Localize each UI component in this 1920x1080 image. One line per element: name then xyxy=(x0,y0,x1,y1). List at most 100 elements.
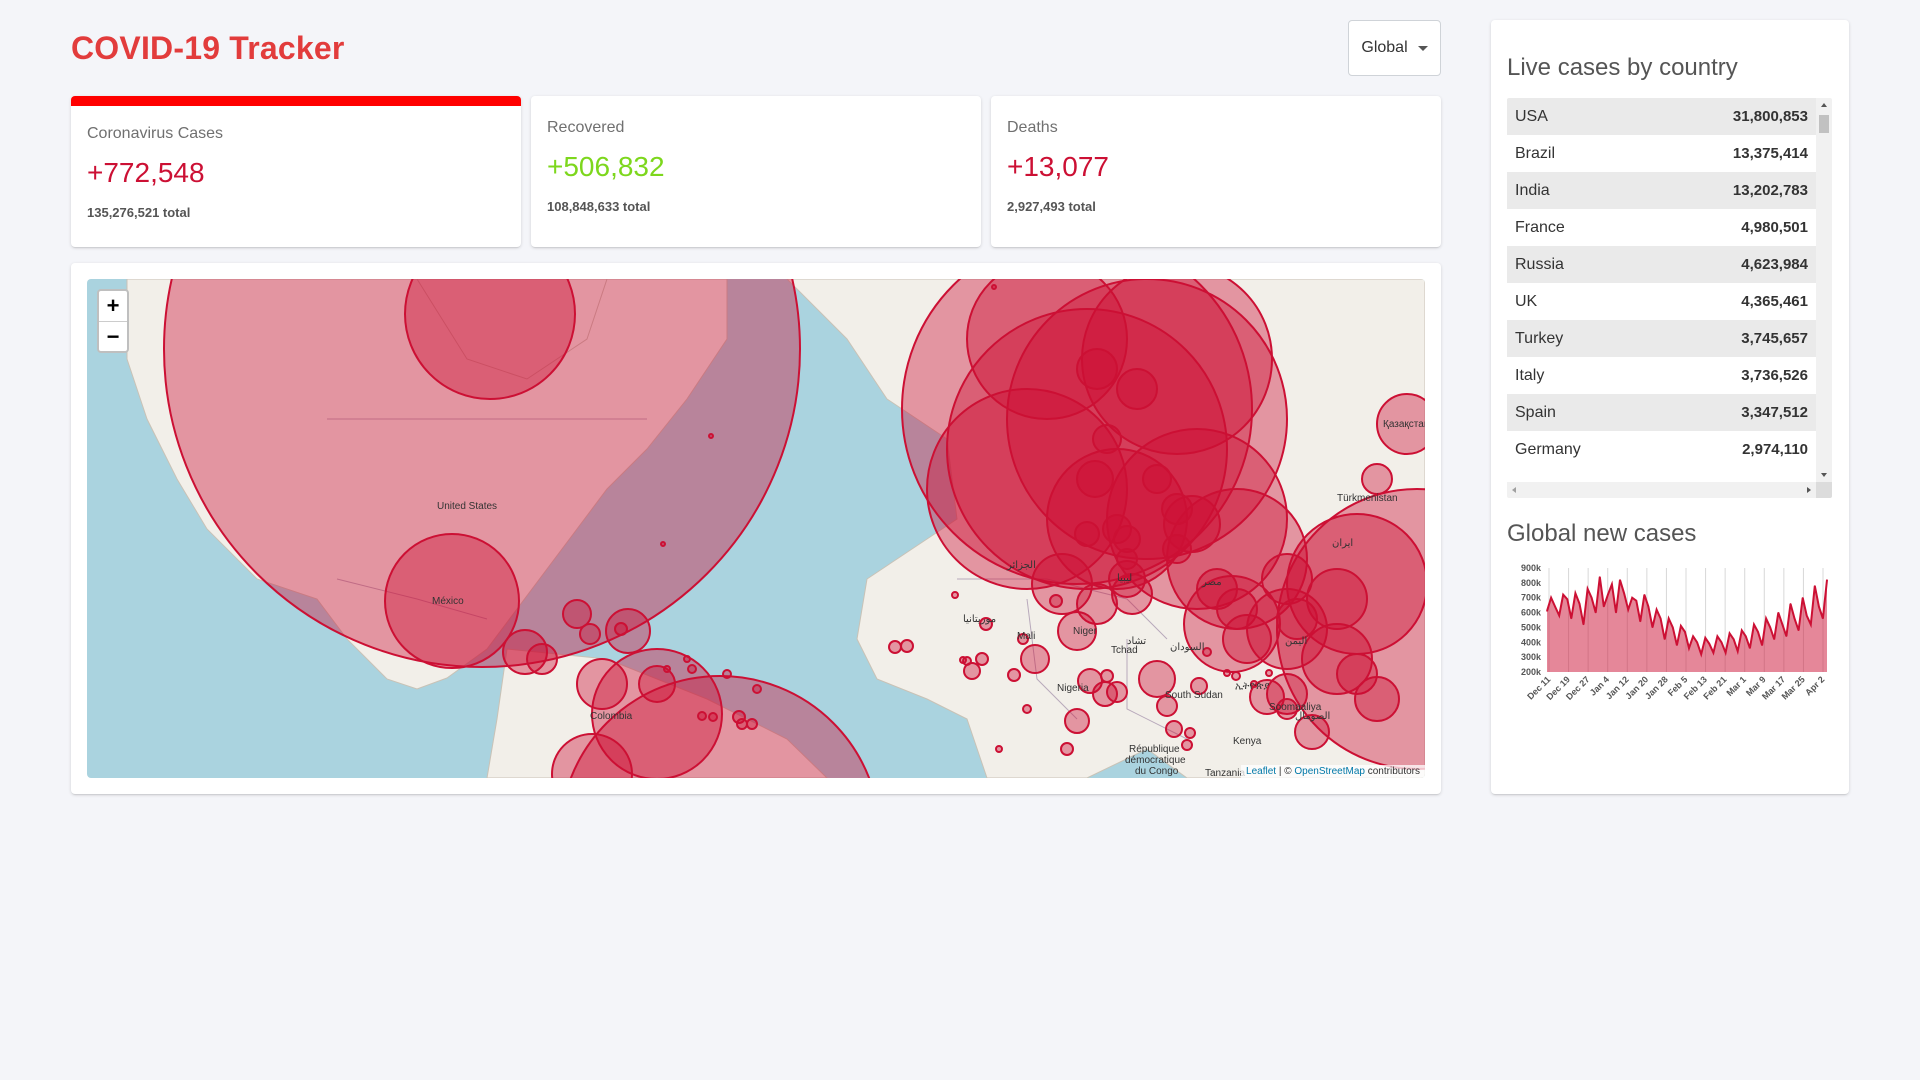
scroll-right-icon[interactable] xyxy=(1807,487,1811,493)
country-cases: 4,623,984 xyxy=(1741,256,1808,273)
table-row[interactable]: Turkey 3,745,657 xyxy=(1507,320,1816,357)
attribution-separator: | © xyxy=(1276,766,1295,777)
table-row[interactable]: Germany 2,974,110 xyxy=(1507,431,1816,468)
table-row[interactable]: UK 4,365,461 xyxy=(1507,283,1816,320)
data-point xyxy=(1712,652,1714,654)
data-point xyxy=(1696,641,1698,643)
stat-card-cases[interactable]: Coronavirus Cases +772,548 135,276,521 t… xyxy=(71,96,521,247)
country-name: France xyxy=(1515,218,1565,236)
data-point xyxy=(1700,653,1702,655)
case-circle-africa-31 xyxy=(1184,727,1196,739)
sidebar-card: Live cases by country USA 31,800,853 Brazi… xyxy=(1491,20,1849,794)
case-circle-honduras xyxy=(526,643,558,675)
country-rows[interactable]: USA 31,800,853 Brazil 13,375,414 India 13,202… xyxy=(1507,98,1816,482)
map-label: Colombia xyxy=(590,711,633,722)
table-row[interactable]: India 13,202,783 xyxy=(1507,172,1816,209)
chart-title: Global new cases xyxy=(1507,520,1697,547)
data-point xyxy=(1668,617,1670,620)
case-circle-caribbean-7 xyxy=(746,718,758,730)
data-point xyxy=(1822,617,1824,620)
scroll-down-icon[interactable] xyxy=(1821,473,1827,477)
case-circle-africa-14 xyxy=(1165,720,1183,738)
data-point xyxy=(1777,612,1779,614)
country-name: Russia xyxy=(1515,255,1564,273)
case-circle-africa-2 xyxy=(1276,598,1318,640)
case-circle-africa-19 xyxy=(1007,668,1021,682)
data-point xyxy=(1753,623,1755,626)
data-point xyxy=(1749,647,1751,649)
map-label: Mali xyxy=(1017,631,1035,642)
data-point xyxy=(1570,617,1572,620)
case-circle-kenya2 xyxy=(1161,493,1193,525)
data-point xyxy=(1716,635,1718,637)
stat-label: Recovered xyxy=(547,119,625,136)
map-label: ایران xyxy=(1332,538,1353,549)
data-point xyxy=(1591,597,1593,599)
map-canvas[interactable]: United States México Colombia Mali Niger… xyxy=(87,279,1425,778)
case-circle-africa-35 xyxy=(1265,669,1273,677)
data-point xyxy=(1603,606,1605,608)
scroll-thumb[interactable] xyxy=(1819,115,1829,133)
y-tick-label: 400k xyxy=(1521,637,1542,647)
stat-total: 2,927,493 total xyxy=(1007,199,1096,214)
openstreetmap-link[interactable]: OpenStreetMap xyxy=(1294,766,1365,777)
stat-card-recovered[interactable]: Recovered +506,832 108,848,633 total xyxy=(531,96,981,247)
case-circle-bermuda xyxy=(660,541,666,547)
case-circle-caribbean-9 xyxy=(687,664,697,674)
data-point xyxy=(1725,652,1727,654)
stat-value: +772,548 xyxy=(87,157,205,188)
region-select[interactable]: Global xyxy=(1348,20,1441,76)
region-select-value: Global xyxy=(1361,39,1408,56)
table-row[interactable]: Italy 3,736,526 xyxy=(1507,357,1816,394)
table-row[interactable]: Spain 3,347,512 xyxy=(1507,394,1816,431)
country-name: Brazil xyxy=(1515,144,1556,162)
scroll-left-icon[interactable] xyxy=(1512,487,1516,493)
data-point xyxy=(1720,641,1723,643)
x-tick-label: Mar 1 xyxy=(1724,674,1748,698)
table-row[interactable]: Brazil 13,375,414 xyxy=(1507,135,1816,172)
table-row[interactable]: Russia 4,623,984 xyxy=(1507,246,1816,283)
map-label: الجزائر xyxy=(1006,560,1036,571)
country-name: Germany xyxy=(1515,440,1581,458)
data-point xyxy=(1664,638,1666,640)
case-circle-caribbean-10 xyxy=(722,669,732,679)
case-circle-africa-20 xyxy=(975,652,989,666)
leaflet-link[interactable]: Leaflet xyxy=(1246,766,1276,777)
map-label: Kenya xyxy=(1233,736,1262,747)
scroll-up-icon[interactable] xyxy=(1821,103,1827,107)
stat-card-deaths[interactable]: Deaths +13,077 2,927,493 total xyxy=(991,96,1441,247)
data-point xyxy=(1806,614,1808,617)
stat-label: Deaths xyxy=(1007,119,1058,136)
case-circle-africa-28 xyxy=(900,639,914,653)
zoom-out-button[interactable]: − xyxy=(99,321,127,351)
world-map[interactable]: United States México Colombia Mali Niger… xyxy=(87,279,1425,778)
case-circle-africa-5 xyxy=(1060,742,1074,756)
case-circle-africa-15 xyxy=(1181,739,1193,751)
case-circle-caribbean-6 xyxy=(736,718,748,730)
country-cases: 13,202,783 xyxy=(1732,182,1808,199)
country-name: USA xyxy=(1515,107,1548,125)
table-horizontal-scrollbar[interactable] xyxy=(1507,482,1816,498)
country-table[interactable]: USA 31,800,853 Brazil 13,375,414 India 13,202… xyxy=(1507,98,1832,498)
table-vertical-scrollbar[interactable] xyxy=(1816,98,1832,482)
case-circle-africa-8 xyxy=(1116,548,1138,570)
map-label: تشاد xyxy=(1127,636,1146,647)
map-label: السودان xyxy=(1170,642,1205,653)
map-label: موريتانيا xyxy=(963,614,996,625)
zoom-in-button[interactable]: + xyxy=(99,291,127,321)
case-circle-africa-27 xyxy=(951,591,959,599)
table-row[interactable]: USA 31,800,853 xyxy=(1507,98,1816,135)
table-row[interactable]: France 4,980,501 xyxy=(1507,209,1816,246)
data-point xyxy=(1676,644,1678,646)
data-point xyxy=(1729,632,1731,634)
case-circle-caribbean-1 xyxy=(683,655,691,663)
chevron-down-icon xyxy=(1417,45,1428,51)
data-point xyxy=(1761,644,1763,646)
case-circle-africa-7 xyxy=(1076,583,1118,625)
country-cases: 31,800,853 xyxy=(1732,108,1808,125)
case-circle-sudan xyxy=(1142,464,1172,494)
data-point xyxy=(1708,643,1710,645)
data-point xyxy=(1660,617,1662,620)
country-cases: 3,745,657 xyxy=(1741,330,1808,347)
map-label: الصومال xyxy=(1295,711,1330,722)
